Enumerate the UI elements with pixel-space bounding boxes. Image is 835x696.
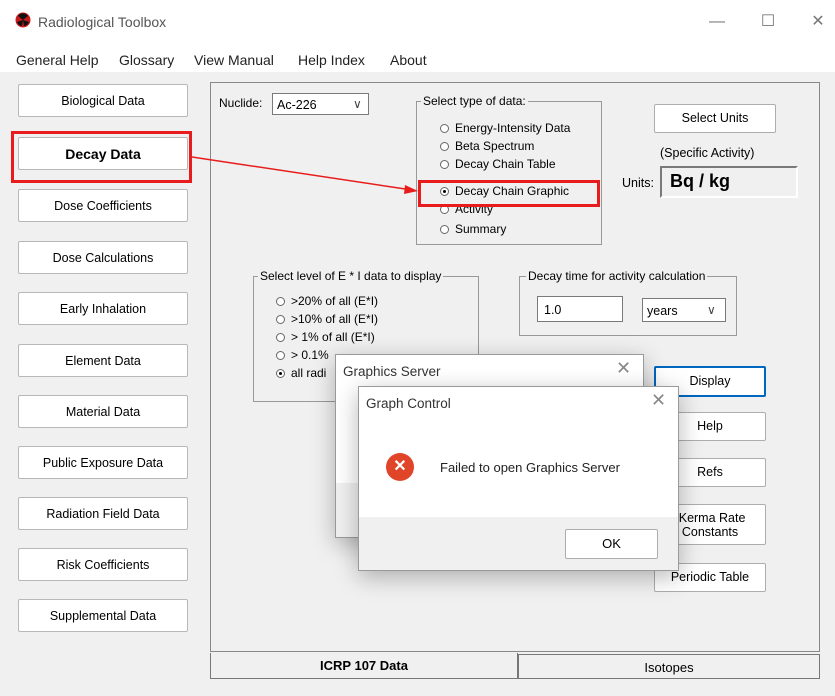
annotation-arrow <box>191 156 418 194</box>
